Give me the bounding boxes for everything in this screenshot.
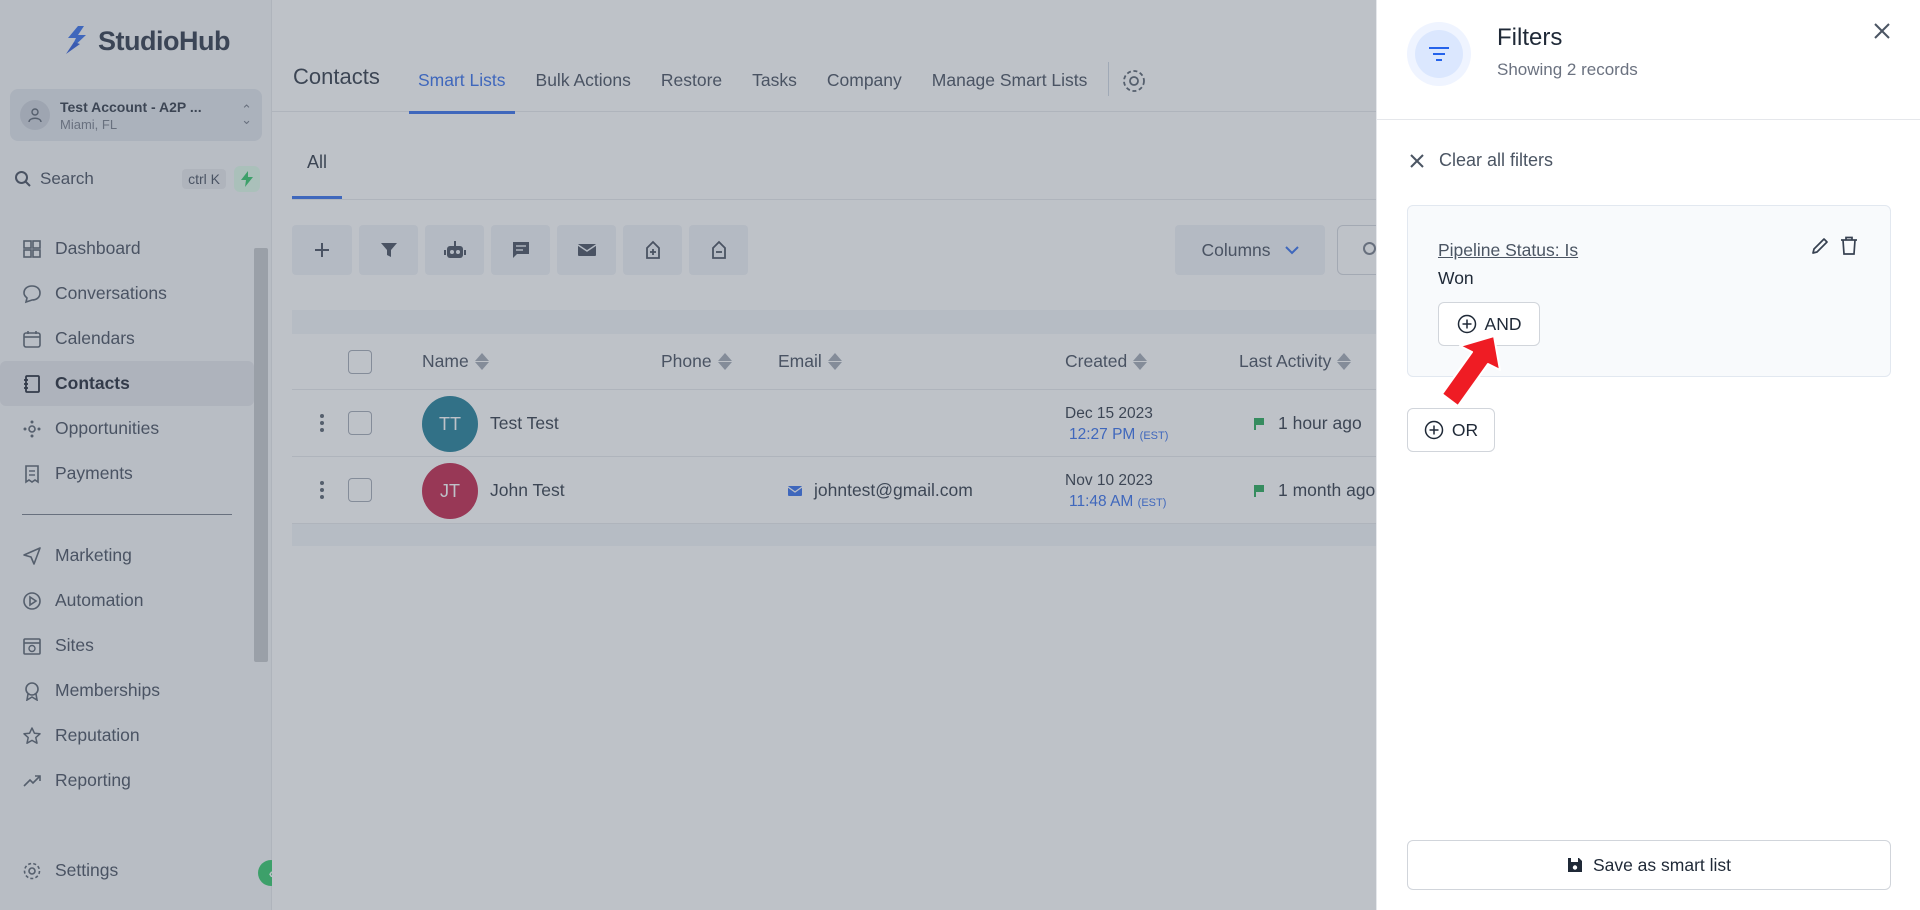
delete-filter-button[interactable] — [1840, 236, 1858, 261]
plus-circle-icon — [1424, 420, 1444, 440]
filters-panel: Filters Showing 2 records Clear all filt… — [1376, 0, 1920, 910]
filter-lines-icon — [1429, 47, 1449, 61]
edit-filter-button[interactable] — [1810, 236, 1830, 261]
filters-panel-header: Filters Showing 2 records — [1377, 0, 1920, 120]
floppy-disk-icon — [1567, 858, 1582, 872]
close-icon — [1874, 23, 1890, 39]
save-label: Save as smart list — [1592, 854, 1732, 875]
clear-all-label: Clear all filters — [1439, 150, 1554, 170]
filters-record-count: Showing 2 records — [1497, 60, 1638, 79]
filter-badge — [1407, 22, 1471, 86]
filters-title: Filters — [1497, 24, 1563, 51]
red-arrow-annotation — [1441, 335, 1501, 407]
or-label: OR — [1451, 419, 1479, 440]
trash-icon — [1841, 236, 1857, 255]
modal-backdrop[interactable] — [0, 0, 1376, 910]
add-or-group-button[interactable]: OR — [1407, 408, 1495, 452]
save-as-smart-list-button[interactable]: Save as smart list — [1407, 840, 1891, 890]
close-panel-button[interactable] — [1869, 18, 1895, 44]
filter-condition-value: Won — [1438, 268, 1474, 288]
pencil-icon — [1812, 238, 1828, 254]
close-icon — [1410, 153, 1424, 168]
clear-all-filters-button[interactable]: Clear all filters — [1409, 150, 1553, 171]
filter-condition-label[interactable]: Pipeline Status: Is — [1438, 240, 1578, 261]
